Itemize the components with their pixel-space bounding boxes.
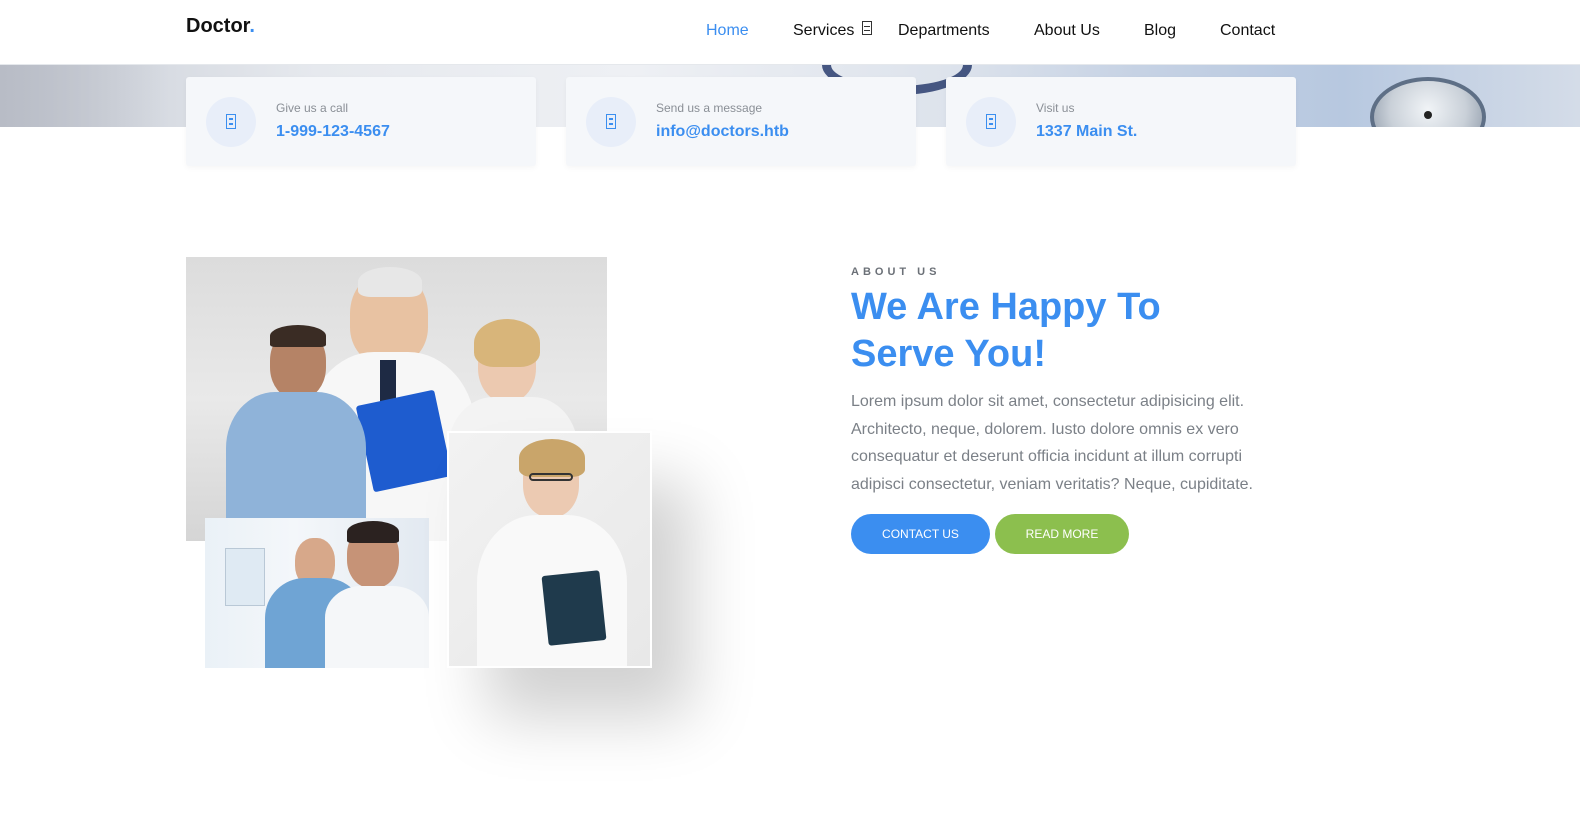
hero-blur-shape (0, 65, 170, 127)
nav-about-us[interactable]: About Us (1034, 22, 1100, 40)
info-card-visit: Visit us 1337 Main St. (946, 77, 1296, 166)
top-navbar: Doctor. Home Services Departments About … (0, 0, 1580, 65)
dropdown-icon[interactable] (862, 21, 872, 35)
nav-blog[interactable]: Blog (1144, 22, 1176, 40)
info-card-call: Give us a call 1-999-123-4567 (186, 77, 536, 166)
brand-logo[interactable]: Doctor. (186, 15, 255, 38)
nav-services[interactable]: Services (793, 22, 854, 40)
brand-name[interactable]: Doctor (186, 15, 249, 37)
about-title: We Are Happy To Serve You! (851, 286, 1161, 375)
info-card-label: Send us a message (656, 101, 763, 115)
about-text: Lorem ipsum dolor sit amet, consectetur … (851, 393, 1253, 493)
message-icon (586, 97, 636, 147)
doctor-xray-photo (205, 518, 429, 668)
info-card-value: 1337 Main St. (1036, 123, 1138, 140)
doctor-woman-photo (447, 431, 652, 668)
contact-us-button[interactable]: CONTACT US (851, 514, 990, 554)
read-more-button[interactable]: READ MORE (995, 514, 1129, 554)
stethoscope-chestpiece (1370, 77, 1486, 127)
info-card-label: Visit us (1036, 101, 1075, 115)
info-card-label: Give us a call (276, 101, 349, 115)
nav-departments[interactable]: Departments (898, 22, 990, 40)
location-icon (966, 97, 1016, 147)
info-card-value: info@doctors.htb (656, 123, 789, 140)
nav-home[interactable]: Home (706, 22, 749, 40)
about-us-tag: ABOUT US (851, 266, 941, 278)
nav-contact[interactable]: Contact (1220, 22, 1275, 40)
info-card-message: Send us a message info@doctors.htb (566, 77, 916, 166)
info-card-value: 1-999-123-4567 (276, 123, 390, 140)
phone-icon (206, 97, 256, 147)
stethoscope-center (1424, 111, 1432, 119)
brand-dot: . (249, 15, 255, 37)
